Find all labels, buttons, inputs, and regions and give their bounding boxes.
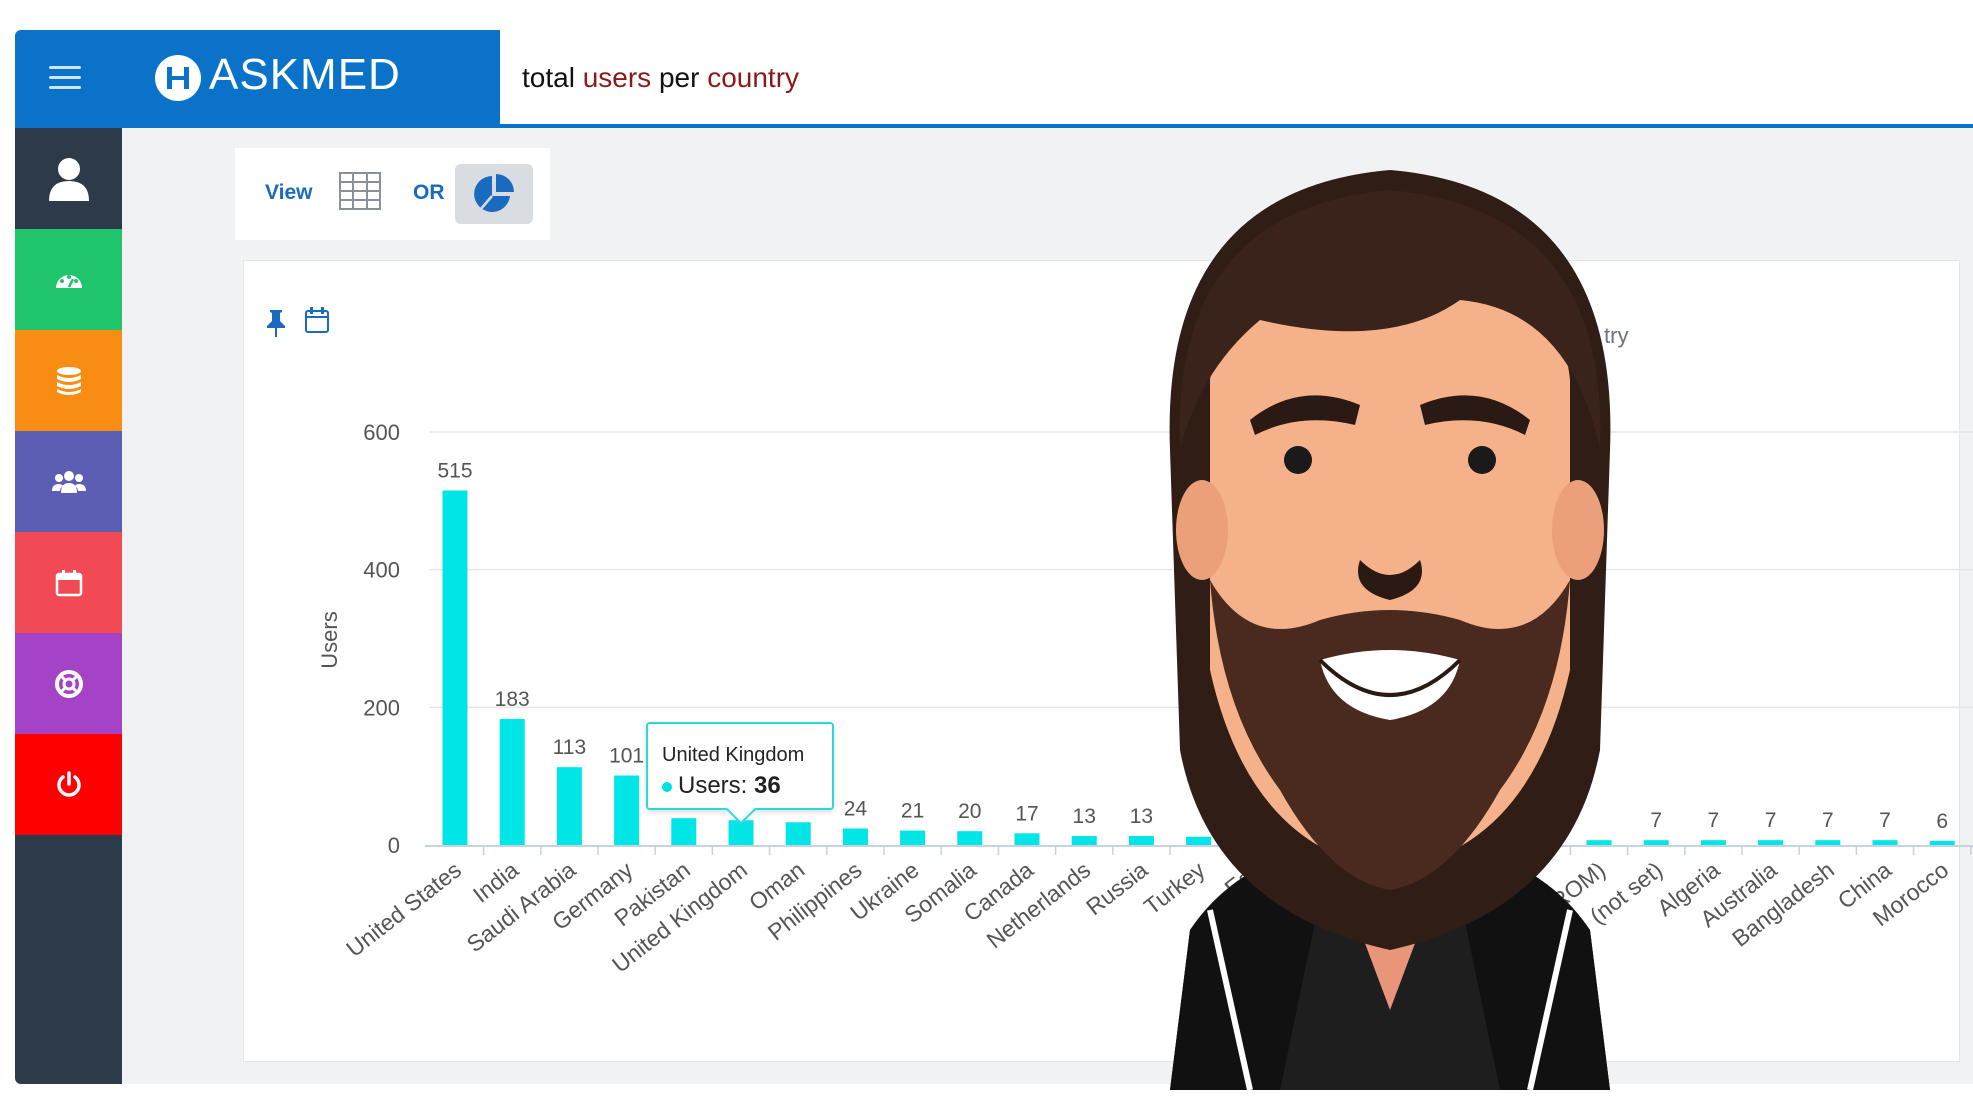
bar: [1872, 840, 1898, 845]
data-label: 7: [1708, 809, 1720, 832]
bar: [1071, 836, 1097, 845]
data-label: 24: [844, 797, 868, 820]
bar: [671, 818, 697, 845]
bar-chart: 0200400600 51518311310139363324212017131…: [317, 420, 1973, 978]
bar: [900, 830, 926, 845]
y-tick-label: 0: [388, 833, 400, 858]
data-label: 6: [1936, 810, 1948, 833]
tooltip-title: United Kingdom: [662, 744, 805, 766]
bar: [1014, 833, 1040, 845]
bar: [614, 775, 640, 845]
x-tick-label: United States: [341, 856, 466, 962]
chart-tooltip: United Kingdom Users: 36: [646, 722, 834, 825]
y-tick-label: 400: [363, 558, 400, 583]
tooltip-row: Users: 36: [662, 772, 781, 800]
bar: [785, 822, 811, 845]
data-label: 113: [553, 736, 586, 759]
y-tick-label: 600: [363, 420, 400, 445]
data-label: 17: [1015, 802, 1038, 825]
bar: [556, 767, 582, 845]
data-label: 101: [609, 744, 644, 767]
bar: [842, 828, 868, 845]
series-dot: [662, 781, 672, 792]
bar: [1929, 840, 1955, 845]
bar: [1815, 840, 1841, 845]
data-label: 7: [1879, 809, 1891, 832]
data-label: 21: [901, 800, 924, 823]
person-avatar-illustration: [1169, 170, 1611, 1090]
data-label: 183: [495, 688, 530, 711]
bar: [1700, 840, 1726, 845]
bar: [957, 831, 983, 845]
data-label: 7: [1822, 809, 1834, 832]
bar: [499, 719, 525, 845]
y-tick-label: 200: [363, 695, 400, 720]
data-label: 20: [958, 800, 981, 823]
data-label: 7: [1650, 809, 1662, 832]
bar: [442, 490, 468, 845]
data-label: 515: [437, 460, 472, 483]
data-label: 7: [1765, 809, 1777, 832]
y-axis-title: Users: [317, 611, 342, 668]
bar: [1758, 840, 1784, 845]
data-label: 13: [1073, 805, 1096, 828]
